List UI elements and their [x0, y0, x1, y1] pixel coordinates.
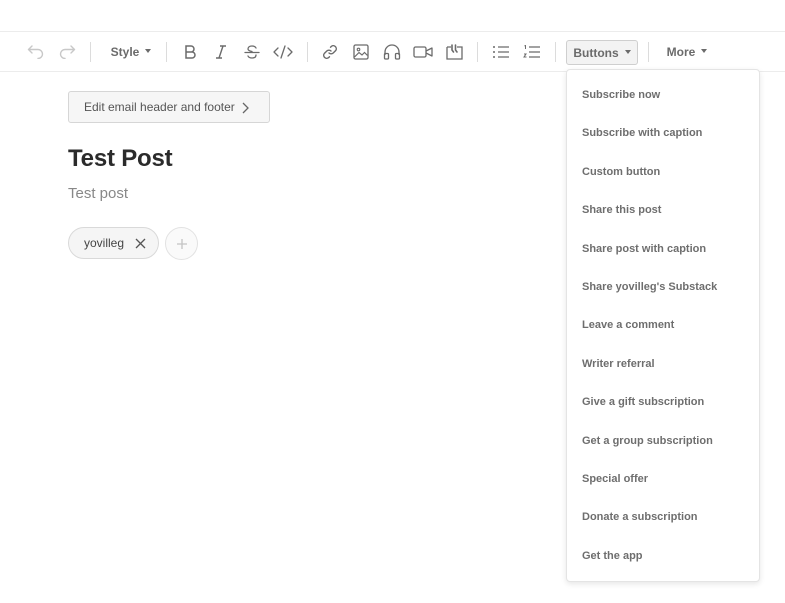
menu-item[interactable]: Get a group subscription [567, 427, 759, 455]
bold-icon[interactable] [180, 32, 200, 71]
chevron-down-icon [624, 49, 631, 54]
strikethrough-icon[interactable] [241, 32, 263, 71]
numbered-list-icon[interactable] [521, 32, 543, 71]
more-dropdown-label: More [666, 44, 696, 59]
menu-item[interactable]: Leave a comment [567, 311, 759, 339]
menu-item[interactable]: Share this post [567, 196, 759, 224]
more-dropdown[interactable]: More [662, 32, 712, 71]
toolbar-divider [307, 42, 308, 62]
style-dropdown[interactable]: Style [106, 32, 156, 71]
toolbar-divider [648, 42, 649, 62]
buttons-dropdown[interactable]: Buttons [566, 40, 638, 65]
menu-item[interactable]: Special offer [567, 465, 759, 493]
redo-icon[interactable] [55, 32, 79, 71]
edit-email-header-footer-button[interactable]: Edit email header and footer [68, 91, 270, 123]
audio-icon[interactable] [381, 32, 403, 71]
close-icon[interactable] [135, 238, 146, 249]
menu-item[interactable]: Subscribe now [567, 81, 759, 109]
menu-item[interactable]: Share post with caption [567, 235, 759, 263]
menu-item[interactable]: Custom button [567, 158, 759, 186]
menu-item[interactable]: Donate a subscription [567, 503, 759, 531]
add-author-button[interactable] [165, 227, 198, 260]
buttons-menu: Subscribe now Subscribe with caption Custo… [566, 69, 760, 582]
plus-icon [176, 238, 187, 249]
post-editor: Style Buttons More Edit email header and… [0, 0, 785, 603]
menu-item[interactable]: Give a gift subscription [567, 388, 759, 416]
undo-icon[interactable] [24, 32, 48, 71]
chevron-down-icon [145, 48, 152, 53]
bullet-list-icon[interactable] [490, 32, 512, 71]
link-icon[interactable] [320, 32, 340, 71]
author-tag: yovilleg [68, 227, 159, 259]
menu-item[interactable]: Writer referral [567, 350, 759, 378]
italic-icon[interactable] [211, 32, 231, 71]
menu-item[interactable]: Share yovilleg's Substack [567, 273, 759, 301]
post-title[interactable]: Test Post [68, 145, 173, 173]
menu-item[interactable]: Get the app [567, 542, 759, 570]
toolbar-divider [477, 42, 478, 62]
code-icon[interactable] [271, 32, 295, 71]
author-name: yovilleg [84, 236, 125, 250]
image-icon[interactable] [351, 32, 371, 71]
chevron-down-icon [701, 48, 708, 53]
menu-item[interactable]: Subscribe with caption [567, 119, 759, 147]
quote-icon[interactable] [443, 32, 465, 71]
toolbar-divider [166, 42, 167, 62]
buttons-dropdown-label: Buttons [573, 45, 619, 60]
toolbar-divider [555, 42, 556, 62]
video-icon[interactable] [411, 32, 435, 71]
chevron-right-icon [242, 102, 249, 114]
post-subtitle[interactable]: Test post [68, 185, 128, 202]
style-dropdown-label: Style [110, 44, 140, 59]
edit-email-header-footer-label: Edit email header and footer [84, 100, 235, 114]
toolbar-divider [90, 42, 91, 62]
editor-toolbar: Style Buttons More [0, 31, 785, 72]
